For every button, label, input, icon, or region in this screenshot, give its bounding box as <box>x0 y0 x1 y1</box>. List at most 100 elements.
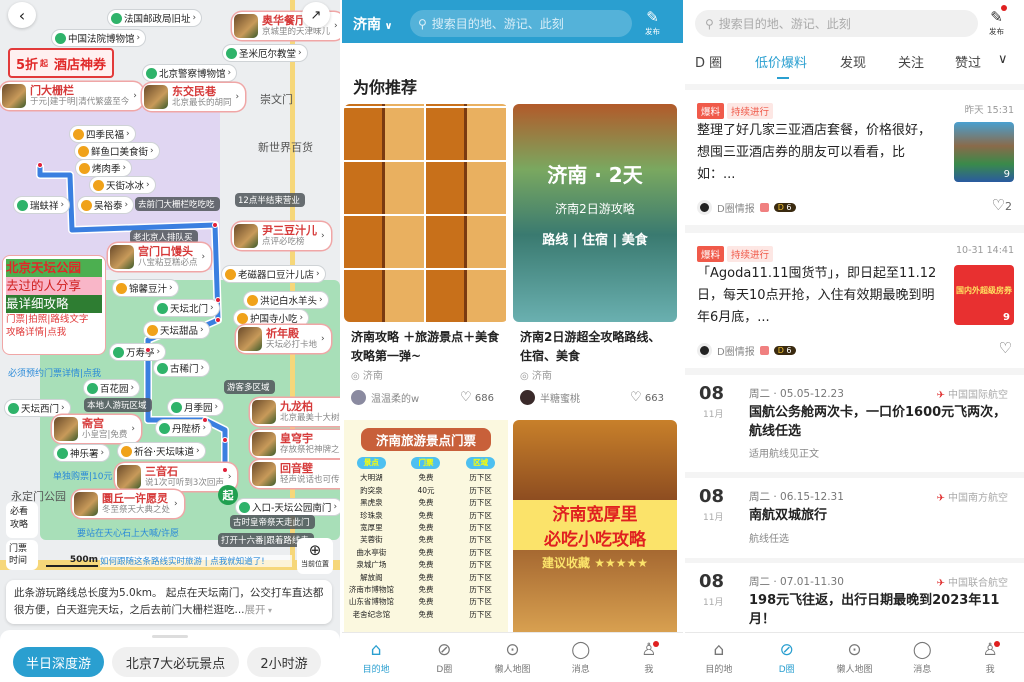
recommend-card-3[interactable]: 济南旅游景点门票 景点 门票 区域 大明湖 免费 历下区 趵突泉 40元 历下区 黑虎泉 免费 历下区… <box>344 420 508 632</box>
deal-item[interactable]: 08 11月 周二 · 07.01-11.30 ✈ 中国联合航空 198元飞往返，出行日… <box>685 563 1024 633</box>
publish-button[interactable]: ✎ 发布 <box>645 8 660 37</box>
nav-item-4[interactable]: ♙ 我 <box>956 633 1024 682</box>
deal-item[interactable]: 08 11月 周二 · 05.05-12.23 ✈ 中国国际航空 国航公务舱两次卡，一口… <box>685 375 1024 472</box>
like-button[interactable]: ♡ <box>999 339 1012 357</box>
map-poi[interactable]: 吴裕泰 › <box>78 197 134 213</box>
map-poi[interactable]: 九龙柏北京最美十大树› <box>250 398 340 426</box>
tab-3[interactable]: 关注 <box>898 52 924 71</box>
map-poi[interactable]: 万寿亭 › <box>110 344 166 360</box>
map-poi[interactable]: 天坛甜品 › <box>144 322 209 338</box>
side-button-hours[interactable]: 门票时间 <box>6 540 38 570</box>
city-selector[interactable]: 济南 ∨ <box>353 14 393 34</box>
map-poi[interactable]: 祈年殿 天坛必打卡地 › <box>236 325 331 353</box>
tab-4[interactable]: 赞过 <box>955 52 981 71</box>
search-input[interactable]: ⚲ 搜索目的地、游记、此刻 <box>695 10 978 37</box>
map-poi[interactable]: 法国邮政局旧址 › <box>108 10 202 26</box>
tab-1[interactable]: 低价爆料 <box>755 52 807 71</box>
nav-item-2[interactable]: ⊙ 懒人地图 <box>478 633 546 682</box>
post-thumbnail[interactable]: 国内外超级房券 9 <box>954 265 1014 325</box>
side-button-guide[interactable]: 必看攻略 <box>6 502 38 538</box>
map-poi[interactable]: 圣米厄尔教堂 › <box>223 45 307 61</box>
restaurant-icon <box>237 312 248 324</box>
map-poi[interactable]: 洪记白水羊头 › <box>244 292 328 308</box>
map-poi[interactable]: 门大栅栏 于元|建于明|清代繁盛至今 › <box>0 82 143 110</box>
nav-item-0[interactable]: ⌂ 目的地 <box>685 633 753 682</box>
post-author[interactable]: D圈情报 D 6 <box>697 200 796 215</box>
ticket-cell: 珍珠泉 <box>360 510 383 520</box>
map-poi[interactable]: 三音石 说1次可听到3次回声 › <box>115 463 238 491</box>
map-poi[interactable]: 中国法院博物馆 › <box>52 30 146 46</box>
like-button[interactable]: ♡2 <box>992 196 1012 214</box>
like-button[interactable]: ♡ 663 <box>630 390 664 405</box>
feed-post[interactable]: 爆料 持续进行 10-31 14:41 「Agoda11.11囤货节」，即日起至11.… <box>685 233 1024 368</box>
map-poi[interactable]: 四季民福 › <box>70 126 135 142</box>
map-poi[interactable]: 圜丘一许愿灵 冬至祭天大典之处 › <box>72 490 184 518</box>
chip-2hours[interactable]: 2小时游 <box>247 647 321 677</box>
map-poi[interactable]: 古稀门 › <box>154 360 210 376</box>
map-canvas[interactable]: 法国邮政局旧址 › 中国法院博物馆 › 奥华餐厅 京城里的天津味儿 › 圣米厄尔教堂 › 北京警察… <box>0 0 340 630</box>
expand-link[interactable]: 展开 <box>245 604 266 616</box>
map-poi[interactable]: 斋宫 小皇宫|免费 › <box>52 415 141 443</box>
recommend-card-4[interactable]: 济南宽厚里 必吃小吃攻略 建议收藏 ★★★★★ <box>513 420 677 632</box>
ticket-header: 景点 <box>356 457 386 470</box>
map-poi[interactable]: 入口-天坛公园南门 › <box>236 499 340 515</box>
map-poi[interactable]: 天坛西门 › <box>5 400 70 416</box>
map-poi[interactable]: 北京警察博物馆 › <box>143 65 237 81</box>
map-poi[interactable]: 天坛北门 › <box>154 300 219 316</box>
map-poi[interactable]: 尹三豆汁儿 点评必吃榜 › <box>232 222 331 250</box>
ticket-cell: 免费 <box>418 510 434 520</box>
map-poi[interactable]: 神乐署 › <box>54 445 110 461</box>
feed-post[interactable]: 爆料 持续进行 昨天 15:31 整理了好几家三亚酒店套餐，价格很好，想囤三亚酒店券的… <box>685 90 1024 225</box>
nav-item-3[interactable]: ◯ 消息 <box>547 633 615 682</box>
tab-2[interactable]: 发现 <box>840 52 866 71</box>
map-poi[interactable]: 回音壁轻声说话也可传› <box>250 460 340 488</box>
chevron-right-icon: › <box>214 402 219 412</box>
card-author[interactable]: 半糖蜜桃 <box>520 390 580 405</box>
card-author[interactable]: 温温柔的w <box>351 390 419 405</box>
map-poi[interactable]: 月季园 › <box>168 399 224 415</box>
publish-button[interactable]: ✎ 发布 <box>989 5 1007 37</box>
poi-label: 百花园 <box>100 384 129 395</box>
nav-item-2[interactable]: ⊙ 懒人地图 <box>821 633 889 682</box>
map-poi[interactable]: 鲜鱼口美食街 › <box>75 143 159 159</box>
nav-label: 我 <box>985 664 995 675</box>
nav-item-0[interactable]: ⌂ 目的地 <box>342 633 410 682</box>
locate-button[interactable]: ⊕ 当前位置 <box>297 538 333 574</box>
map-poi[interactable]: 百花园 › <box>84 380 140 396</box>
map-poi[interactable]: 天街冰冰 › <box>90 177 155 193</box>
chip-label: 半日深度游 <box>25 656 91 672</box>
map-poi[interactable]: 皇穹宇存放祭祀神牌之› <box>250 430 340 458</box>
drag-handle[interactable] <box>152 635 188 638</box>
map-poi[interactable]: 宫门口馒头 八宝粘豆糕必点 › <box>108 243 212 271</box>
nav-item-3[interactable]: ◯ 消息 <box>888 633 956 682</box>
map-poi[interactable]: 东交民巷 北京最长的胡同 › <box>142 83 246 111</box>
tab-0[interactable]: D 圈 <box>695 52 722 71</box>
chip-half-day[interactable]: 半日深度游 <box>13 647 104 677</box>
search-input[interactable]: ⚲ 搜索目的地、游记、此刻 <box>410 10 632 37</box>
chevron-right-icon: › <box>150 146 154 156</box>
like-button[interactable]: ♡ 686 <box>460 390 494 405</box>
nav-item-1[interactable]: ⊘ D圈 <box>410 633 478 682</box>
map-poi[interactable]: 祈谷·天坛味道 › <box>118 443 205 459</box>
poi-subtitle: 存放祭祀神牌之 <box>280 445 340 455</box>
map-poi[interactable]: 必须预约门票详情|点我 <box>5 365 106 380</box>
post-author[interactable]: D圈情报 D 6 <box>697 343 796 358</box>
map-poi[interactable]: 护国寺小吃 › <box>234 310 309 326</box>
follow-route-banner[interactable]: 如何跟随这条路线实时旅游 | 点我就知道了! <box>100 555 292 567</box>
chip-top7[interactable]: 北京7大必玩景点 <box>112 647 239 677</box>
chevron-down-icon[interactable]: ∨ <box>998 52 1008 67</box>
share-button[interactable]: ↗ <box>302 2 330 28</box>
nav-item-1[interactable]: ⊘ D圈 <box>753 633 821 682</box>
deal-item[interactable]: 08 11月 周二 · 06.15-12.31 ✈ 中国南方航空 南航双城旅行 航线任选 <box>685 478 1024 558</box>
map-poi[interactable]: 锦馨豆汁 › <box>113 280 178 296</box>
map-poi[interactable]: 老磁器口豆汁儿店 › <box>222 266 325 282</box>
map-poi[interactable]: 要站在天心石上大喊/许愿 <box>74 525 184 540</box>
guide-card[interactable]: 北京天坛公园 去过的人分享 最详细攻略 门票|拍照|路线文字 攻略详情|点我 <box>2 255 106 355</box>
back-button[interactable]: ‹ <box>8 2 36 28</box>
map-poi[interactable]: 单独购票|10元 <box>50 468 118 483</box>
hotel-coupon-banner[interactable]: 5折起 酒店神券 <box>8 48 114 78</box>
map-poi[interactable]: 瑞蚨祥 › <box>14 197 70 213</box>
map-poi[interactable]: 烤肉季 › <box>76 160 132 176</box>
nav-item-4[interactable]: ♙ 我 <box>615 633 683 682</box>
post-thumbnail[interactable]: 9 <box>954 122 1014 182</box>
